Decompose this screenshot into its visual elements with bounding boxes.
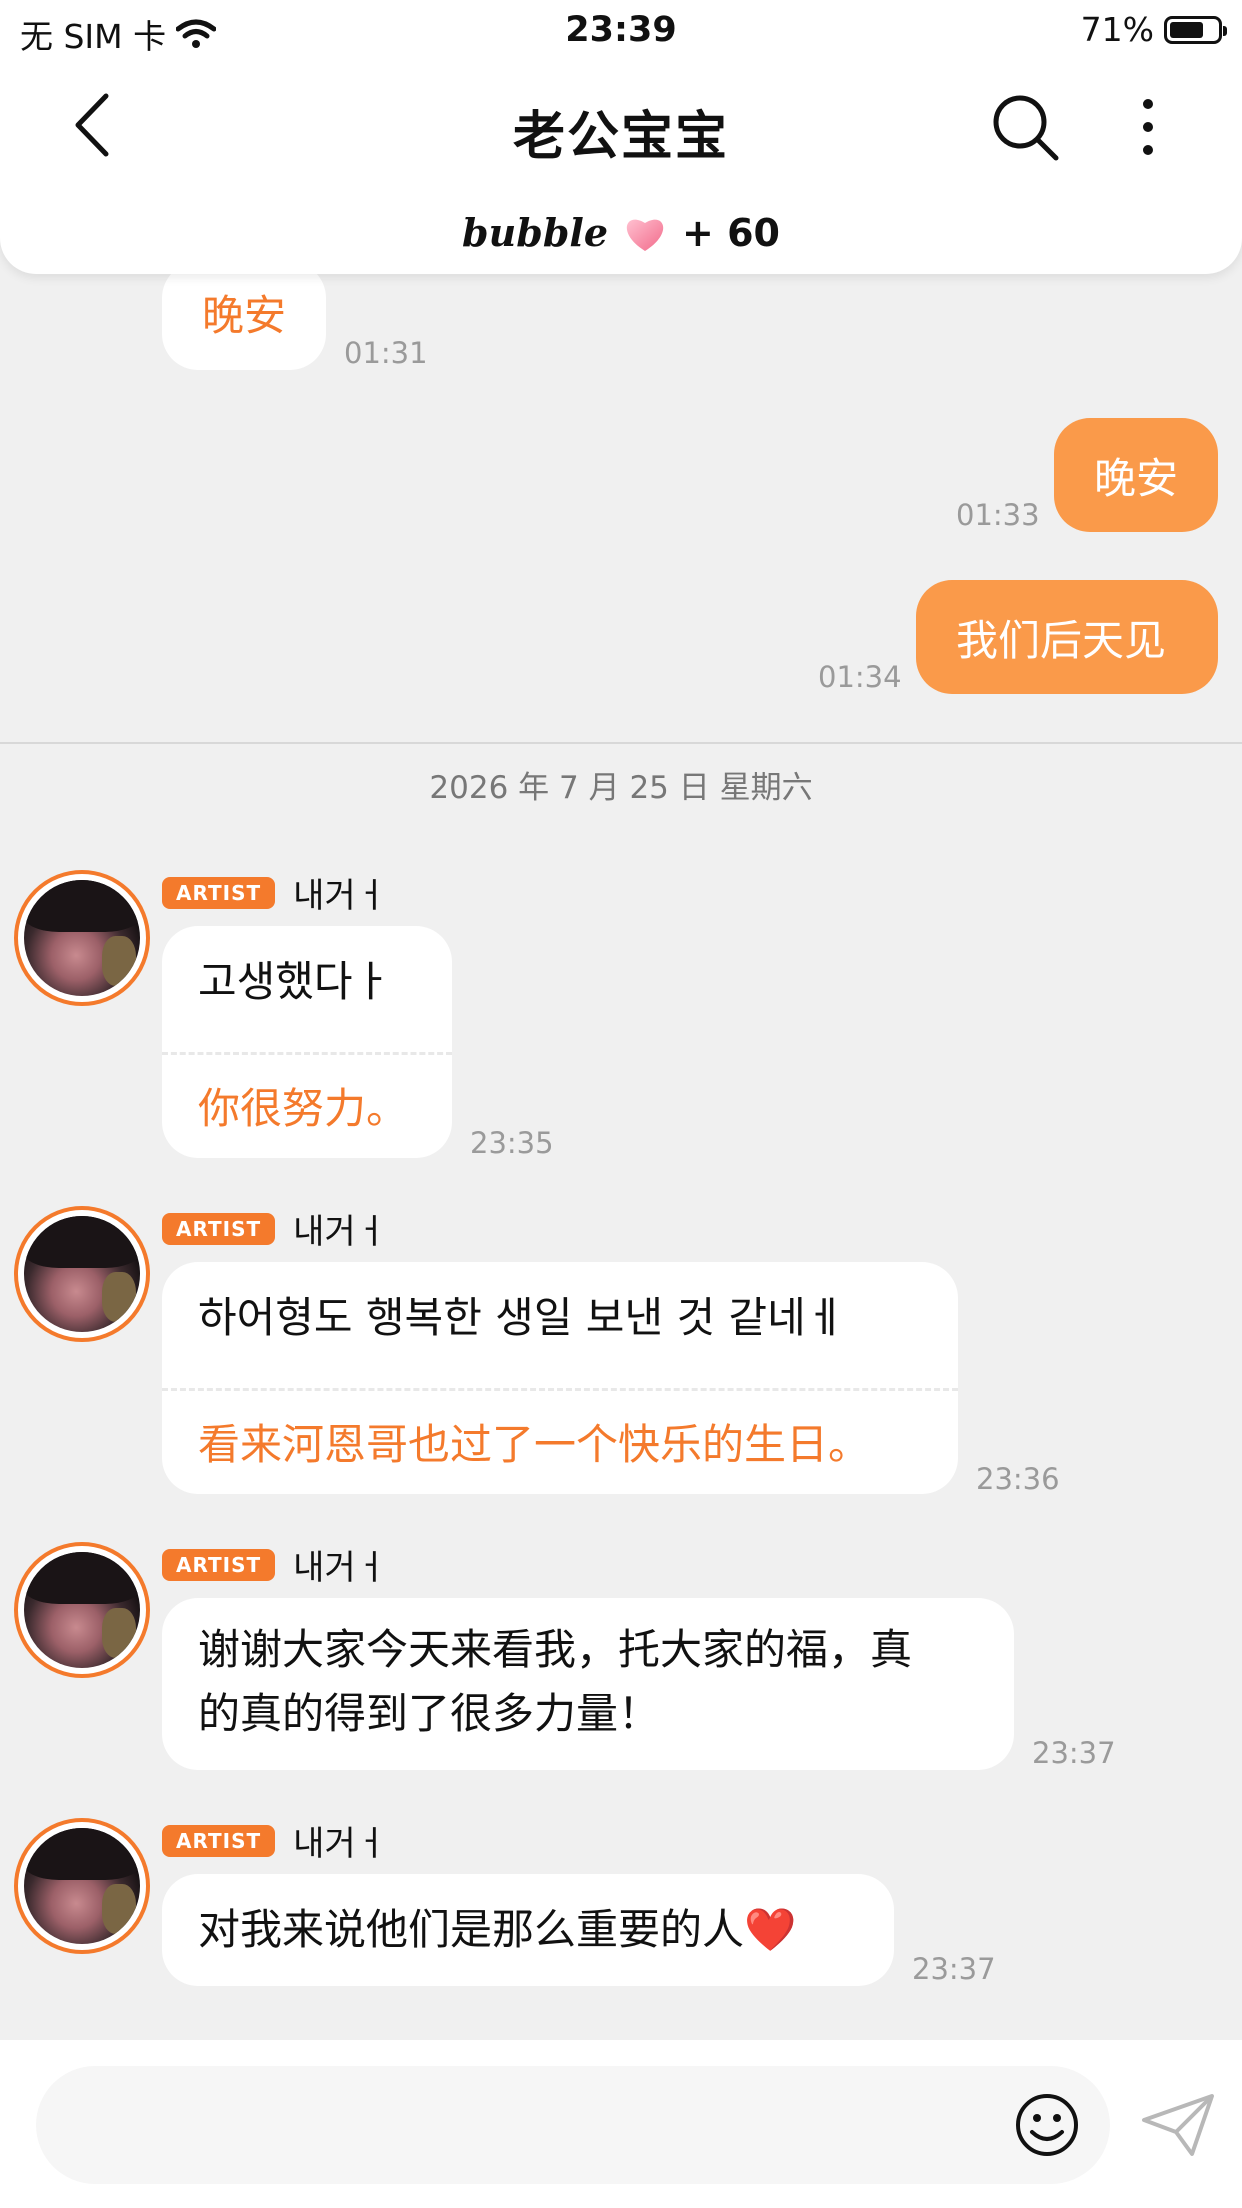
avatar-hair — [24, 1552, 140, 1605]
avatar-image — [24, 880, 140, 996]
message-text-line: 谢谢大家今天来看我，托大家的福，真 — [198, 1625, 913, 1674]
bubble-count: + 60 — [682, 210, 780, 255]
artist-avatar[interactable] — [14, 1818, 150, 1954]
message-bubble[interactable]: 晚安 — [162, 262, 326, 370]
status-bar: 无 SIM 卡 23:39 71% — [0, 0, 1242, 62]
more-options-button[interactable] — [1128, 92, 1168, 162]
avatar-image — [24, 1216, 140, 1332]
translated-text: 看来河恩哥也过了一个快乐的生日。 — [162, 1388, 958, 1515]
sender-name: 내거ㅓ — [293, 1212, 387, 1252]
message-text: 晚安 — [1094, 453, 1179, 503]
artist-badge: ARTIST — [162, 876, 276, 909]
message-text: 晚安 — [201, 291, 286, 340]
artist-badge: ARTIST — [162, 1824, 276, 1857]
avatar-image — [24, 1828, 140, 1944]
chat-header: 老公宝宝 bubble + 60 — [0, 62, 1242, 274]
artist-avatar[interactable] — [14, 870, 150, 1006]
heart-icon — [626, 219, 664, 251]
translated-text: 你很努力。 — [162, 1052, 452, 1179]
avatar-shade — [102, 1608, 136, 1658]
message-bubble[interactable]: 对我来说他们是那么重要的人 ❤️ — [162, 1874, 894, 1986]
divider — [0, 742, 1242, 744]
message-time: 01:31 — [344, 336, 428, 370]
heart-emoji-icon: ❤️ — [744, 1905, 797, 1954]
avatar-hair — [24, 880, 140, 933]
message-time: 23:37 — [912, 1952, 996, 1986]
battery-percent: 71% — [1080, 10, 1154, 49]
message-time: 01:33 — [956, 498, 1040, 532]
avatar-shade — [102, 936, 136, 986]
avatar-shade — [102, 1272, 136, 1322]
message-time: 23:37 — [1032, 1736, 1116, 1770]
message-bubble[interactable]: 하어형도 행복한 생일 보낸 것 같네ㅔ 看来河恩哥也过了一个快乐的生日。 — [162, 1262, 958, 1494]
sent-message-bubble[interactable]: 晚安 — [1054, 418, 1218, 532]
message-time: 23:36 — [976, 1462, 1060, 1496]
send-button[interactable] — [1140, 2092, 1216, 2158]
clock: 23:39 — [565, 10, 677, 50]
sender-row: ARTIST 내거ㅓ — [162, 1816, 387, 1865]
message-text: 对我来说他们是那么重要的人 — [198, 1905, 745, 1954]
battery-icon — [1164, 15, 1227, 44]
sender-name: 내거ㅓ — [293, 1548, 387, 1588]
bubble-points: bubble + 60 — [0, 210, 1242, 255]
avatar-hair — [24, 1216, 140, 1269]
message-text: 我们后天见 — [956, 615, 1167, 665]
sender-row: ARTIST 내거ㅓ — [162, 1204, 387, 1253]
battery-level — [1170, 21, 1203, 38]
original-text: 하어형도 행복한 생일 보낸 것 같네ㅔ — [198, 1293, 845, 1342]
avatar-hair — [24, 1828, 140, 1881]
sender-name: 내거ㅓ — [293, 1824, 387, 1864]
avatar-image — [24, 1552, 140, 1668]
message-time: 01:34 — [818, 660, 902, 694]
artist-avatar[interactable] — [14, 1542, 150, 1678]
sender-name: 내거ㅓ — [293, 876, 387, 916]
avatar-shade — [102, 1884, 136, 1934]
message-time: 23:35 — [470, 1126, 554, 1160]
bubble-brand: bubble — [462, 210, 608, 255]
original-text: 고생했다ㅏ — [198, 957, 392, 1006]
sender-row: ARTIST 내거ㅓ — [162, 868, 387, 917]
message-bubble[interactable]: 고생했다ㅏ 你很努力。 — [162, 926, 452, 1158]
artist-badge: ARTIST — [162, 1548, 276, 1581]
composer — [0, 2040, 1242, 2208]
search-button[interactable] — [990, 92, 1060, 162]
emoji-button[interactable] — [1014, 2092, 1080, 2158]
message-text-line: 的真的得到了很多力量！ — [198, 1689, 661, 1738]
date-separator: 2026 年 7 月 25 日 星期六 — [429, 770, 813, 806]
sender-row: ARTIST 내거ㅓ — [162, 1540, 387, 1589]
message-input[interactable] — [36, 2066, 1110, 2184]
sent-message-bubble[interactable]: 我们后天见 — [916, 580, 1218, 694]
artist-badge: ARTIST — [162, 1212, 276, 1245]
status-right: 71% — [1080, 10, 1227, 49]
message-bubble[interactable]: 谢谢大家今天来看我，托大家的福，真 的真的得到了很多力量！ — [162, 1598, 1014, 1770]
artist-avatar[interactable] — [14, 1206, 150, 1342]
